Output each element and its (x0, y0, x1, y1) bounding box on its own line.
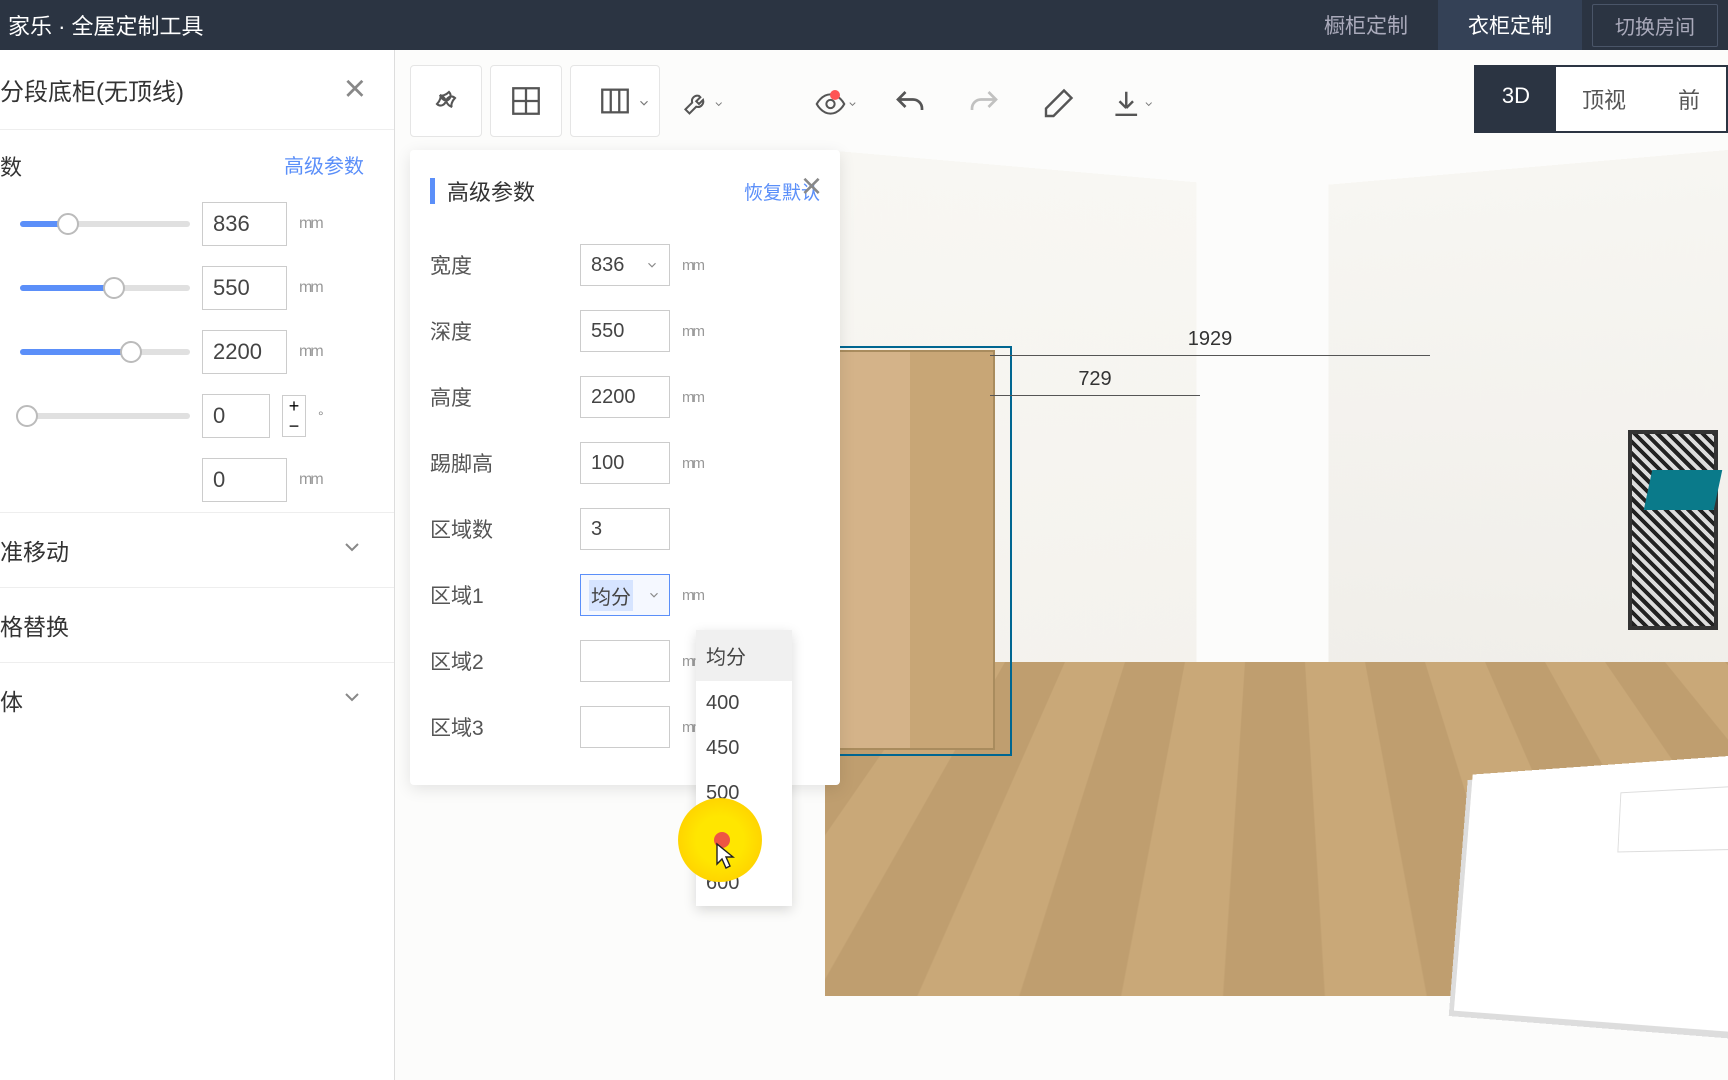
dimension-1929: 1929 (990, 355, 1430, 356)
input-zones[interactable]: 3 (580, 508, 670, 550)
redo-button[interactable] (962, 82, 1006, 126)
slider-height[interactable] (20, 349, 190, 355)
slider-depth-row: mm (0, 256, 394, 320)
tool-grid-icon[interactable] (490, 65, 562, 137)
depth-input[interactable] (202, 266, 287, 310)
download-dropdown[interactable] (1110, 82, 1154, 126)
title-bar-icon (430, 178, 435, 204)
label-zones: 区域数 (430, 514, 580, 544)
unit-mm: mm (299, 215, 322, 233)
canvas-area[interactable]: 3D 顶视 前 × 高级参数 恢复默认 宽度 836 mm 深度 550 mm (395, 50, 1728, 1080)
select-zone1[interactable]: 均分 (580, 574, 670, 616)
tab-cabinet[interactable]: 橱柜定制 (1294, 0, 1438, 50)
tool-eye-dropdown[interactable] (814, 82, 858, 126)
cursor-icon (714, 842, 736, 870)
unit-mm: mm (682, 323, 703, 340)
selection-box (827, 346, 1012, 756)
view-3d[interactable]: 3D (1476, 67, 1556, 131)
dd-item-500[interactable]: 500 (696, 771, 792, 816)
input-kick[interactable]: 100 (580, 442, 670, 484)
dd-item-600[interactable]: 600 (696, 861, 792, 906)
input-height[interactable]: 2200 (580, 376, 670, 418)
slider-width-row: mm (0, 192, 394, 256)
section-body-label: 体 (0, 683, 340, 717)
notification-dot-icon (830, 90, 840, 100)
view-tabs: 3D 顶视 前 (1474, 65, 1728, 133)
section-style[interactable]: 格替换 (0, 587, 394, 662)
width-input[interactable] (202, 202, 287, 246)
unit-mm: mm (299, 343, 322, 361)
app-header: 家乐 · 全屋定制工具 橱柜定制 衣柜定制 切换房间 (0, 0, 1728, 50)
rotation-input[interactable] (202, 394, 270, 438)
eraser-button[interactable] (1036, 82, 1080, 126)
section-body[interactable]: 体 (0, 662, 394, 737)
label-zone3: 区域3 (430, 712, 580, 742)
bed (1454, 752, 1728, 1035)
3d-scene[interactable]: 0 1929 729 (825, 150, 1728, 1080)
input-width[interactable]: 836 (580, 244, 670, 286)
tool-fan-icon[interactable] (410, 65, 482, 137)
rotation-stepper[interactable]: +− (282, 395, 306, 437)
unit-mm: mm (682, 389, 703, 406)
input-depth[interactable]: 550 (580, 310, 670, 352)
unit-mm: mm (682, 257, 703, 274)
header-tabs: 橱柜定制 衣柜定制 (1294, 0, 1582, 50)
label-zone2: 区域2 (430, 646, 580, 676)
left-panel: 分段底柜(无顶线) × 数 高级参数 mm mm (0, 50, 395, 1080)
view-front[interactable]: 前 (1652, 67, 1726, 131)
height-input[interactable] (202, 330, 287, 374)
input-zone3[interactable] (580, 706, 670, 748)
close-icon[interactable]: × (801, 165, 822, 207)
slider-rotation[interactable] (20, 413, 190, 419)
label-depth: 深度 (430, 316, 580, 346)
unit-mm: mm (299, 279, 322, 297)
chevron-down-icon (340, 535, 364, 565)
view-top[interactable]: 顶视 (1556, 67, 1652, 131)
section-move[interactable]: 准移动 (0, 512, 394, 587)
advanced-params-link[interactable]: 高级参数 (284, 150, 364, 182)
toolbar (410, 65, 660, 137)
panel-title: 分段底柜(无顶线) (0, 72, 336, 107)
dimension-729: 729 (990, 395, 1200, 396)
input-zone2[interactable] (580, 640, 670, 682)
slider-width[interactable] (20, 221, 190, 227)
dd-item-550[interactable]: 550 (696, 816, 792, 861)
dd-item-450[interactable]: 450 (696, 726, 792, 771)
dd-item-equal[interactable]: 均分 (696, 630, 792, 681)
label-zone1: 区域1 (430, 580, 580, 610)
advanced-panel: × 高级参数 恢复默认 宽度 836 mm 深度 550 mm 高度 2200 … (410, 150, 840, 785)
unit-mm: mm (682, 455, 703, 472)
zone1-dropdown: 均分 400 450 500 550 600 (696, 630, 792, 906)
label-height: 高度 (430, 382, 580, 412)
label-kick: 踢脚高 (430, 448, 580, 478)
undo-button[interactable] (888, 82, 932, 126)
adv-title: 高级参数 (447, 175, 744, 207)
rotation-row: +− ° (0, 384, 394, 448)
tab-wardrobe[interactable]: 衣柜定制 (1438, 0, 1582, 50)
wall-art (1628, 430, 1718, 630)
extra-input[interactable] (202, 458, 287, 502)
section-move-label: 准移动 (0, 533, 340, 567)
tool-wrench-dropdown[interactable] (680, 82, 724, 126)
section-style-label: 格替换 (0, 608, 364, 642)
tool-columns-dropdown[interactable] (570, 65, 660, 137)
dd-item-400[interactable]: 400 (696, 681, 792, 726)
app-title: 家乐 · 全屋定制工具 (8, 9, 1294, 41)
label-width: 宽度 (430, 250, 580, 280)
extra-row: mm (0, 448, 394, 512)
slider-depth[interactable] (20, 285, 190, 291)
close-icon[interactable]: × (336, 68, 374, 111)
slider-height-row: mm (0, 320, 394, 384)
unit-mm: mm (682, 587, 703, 604)
degree-symbol: ° (318, 408, 324, 424)
pillow (1644, 470, 1723, 510)
params-label: 数 (0, 150, 284, 182)
unit-mm: mm (299, 471, 322, 489)
chevron-down-icon (340, 685, 364, 715)
switch-room-button[interactable]: 切换房间 (1592, 4, 1718, 47)
